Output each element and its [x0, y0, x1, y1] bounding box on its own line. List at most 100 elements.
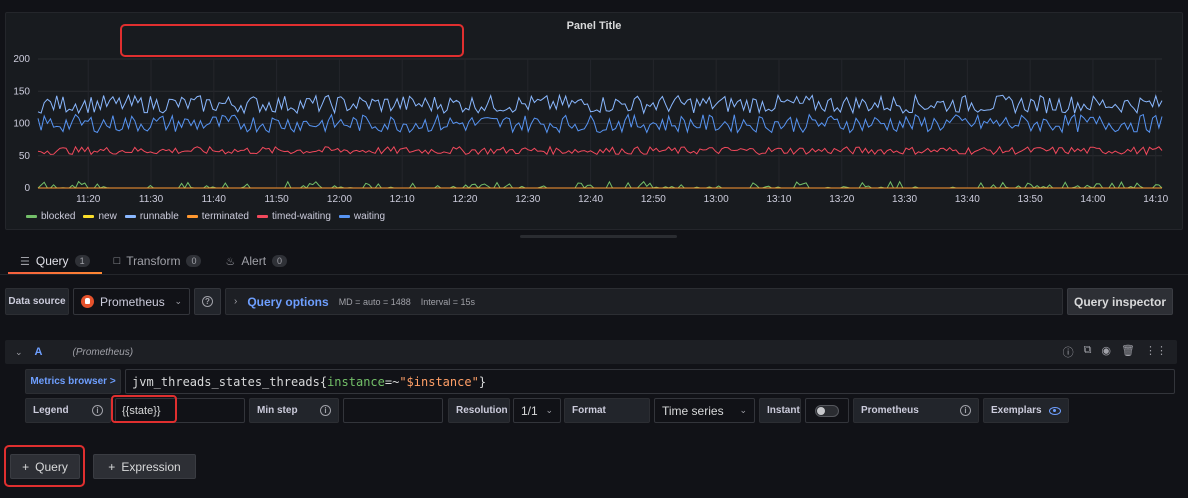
query-ref-id[interactable]: A [35, 346, 43, 358]
tab-alert[interactable]: ♨ Alert 0 [213, 248, 299, 274]
exemplars-eye-icon[interactable] [1049, 406, 1061, 415]
query-options-row: Legend i {{state}} Min step i Resolution… [25, 398, 1085, 423]
y-tick-label: 100 [13, 119, 30, 130]
x-tick-label: 12:50 [641, 194, 666, 205]
question-circle-icon: ? [202, 296, 213, 307]
x-tick-label: 12:20 [452, 194, 477, 205]
instant-toggle[interactable] [805, 398, 849, 423]
info-icon[interactable]: i [92, 405, 103, 416]
query-editor-tabs: ☰ Query 1 □ Transform 0 ♨ Alert 0 [8, 248, 299, 274]
query-options-label: Query options [247, 294, 329, 309]
series-line-runnable [37, 93, 1163, 115]
datasource-row: Data source Prometheus ⌄ ? › Query optio… [5, 288, 1182, 315]
min-step-label: Min step i [249, 398, 339, 423]
x-tick-label: 14:10 [1143, 194, 1168, 205]
legend-item-runnable[interactable]: runnable [124, 211, 179, 222]
query-inspector-button[interactable]: Query inspector [1067, 288, 1173, 315]
min-step-input[interactable] [343, 398, 443, 423]
x-tick-label: 13:10 [766, 194, 791, 205]
add-query-highlight-annotation [4, 445, 85, 487]
y-tick-label: 0 [24, 183, 30, 194]
legend-swatch [83, 215, 95, 218]
prometheus-type-label: Prometheus i [853, 398, 979, 423]
series-line-blocked [37, 180, 1163, 189]
legend-item-new[interactable]: new [83, 211, 117, 222]
x-tick-label: 14:00 [1080, 194, 1105, 205]
legend-item-blocked[interactable]: blocked [26, 211, 75, 222]
x-tick-label: 13:50 [1018, 194, 1043, 205]
legend-label: Legend i [25, 398, 111, 423]
datasource-help-button[interactable]: ? [194, 288, 221, 315]
trash-icon[interactable]: 🗑 [1121, 344, 1135, 360]
resolution-value: 1/1 [521, 403, 538, 418]
info-icon[interactable]: i [320, 405, 331, 416]
add-expression-button[interactable]: + Expression [93, 454, 196, 479]
legend-item-waiting[interactable]: waiting [338, 211, 386, 222]
tab-transform[interactable]: □ Transform 0 [102, 248, 214, 274]
chevron-down-icon: ⌄ [545, 405, 553, 415]
prometheus-type-text: Prometheus [861, 405, 919, 416]
tab-transform-count: 0 [186, 255, 202, 267]
drag-handle-icon[interactable]: ⋮⋮ [1145, 344, 1167, 360]
x-tick-label: 13:00 [704, 194, 729, 205]
tab-query[interactable]: ☰ Query 1 [8, 248, 102, 274]
legend-item-timed-waiting[interactable]: timed-waiting [257, 211, 331, 222]
query-datasource-name: (Prometheus) [72, 346, 134, 358]
expr-operator: =~ [384, 374, 400, 389]
help-icon[interactable]: ⓘ [1063, 344, 1074, 360]
duplicate-icon[interactable]: ⧉ [1084, 344, 1092, 360]
datasource-selected: Prometheus [100, 294, 165, 309]
expr-value: "$instance" [399, 374, 479, 389]
interval-info: Interval = 15s [420, 296, 476, 307]
x-tick-label: 13:40 [955, 194, 980, 205]
collapse-chevron-icon[interactable]: ⌄ [15, 347, 23, 358]
database-icon: ☰ [20, 255, 30, 268]
y-tick-label: 200 [13, 54, 30, 65]
resolution-label: Resolution [448, 398, 510, 423]
legend-label: new [98, 211, 117, 222]
legend-label-text: Legend [33, 405, 69, 416]
tab-query-count: 1 [74, 255, 90, 267]
legend-item-terminated[interactable]: terminated [186, 211, 249, 222]
format-label: Format [564, 398, 650, 423]
promql-query-input[interactable]: jvm_threads_states_threads{instance =~ "$i… [125, 369, 1175, 394]
chevron-right-icon: › [234, 296, 238, 307]
x-tick-label: 12:30 [515, 194, 540, 205]
expr-close: } [478, 374, 487, 389]
x-tick-label: 12:10 [390, 194, 415, 205]
legend-swatch [186, 215, 198, 218]
datasource-picker[interactable]: Prometheus ⌄ [73, 288, 190, 315]
toggle-switch[interactable] [815, 404, 839, 417]
expr-label: instance [327, 374, 385, 389]
metrics-browser-row: Metrics browser > jvm_threads_states_thr… [25, 369, 1175, 394]
y-tick-label: 50 [19, 151, 31, 162]
series-line-timed-waiting [37, 145, 1163, 156]
x-tick-label: 13:30 [892, 194, 917, 205]
resolution-select[interactable]: 1/1 ⌄ [513, 398, 561, 423]
exemplars-text: Exemplars [991, 405, 1042, 416]
legend-swatch [338, 215, 350, 218]
query-row-header[interactable]: ⌄ A (Prometheus) ⓘ ⧉ ◉ 🗑 ⋮⋮ [5, 340, 1177, 364]
transform-icon: □ [113, 255, 121, 267]
query-options-toggle[interactable]: › Query options MD = auto = 1488 Interva… [225, 288, 1063, 315]
tabs-divider [0, 274, 1188, 275]
format-select[interactable]: Time series ⌄ [654, 398, 755, 423]
eye-visibility-icon[interactable]: ◉ [1101, 344, 1111, 360]
x-tick-label: 11:20 [76, 194, 101, 205]
legend-label: blocked [41, 211, 76, 222]
exemplars-label: Exemplars [983, 398, 1069, 423]
metrics-browser-button[interactable]: Metrics browser > [25, 369, 121, 394]
legend-label: runnable [139, 211, 179, 222]
legend-label: waiting [353, 211, 386, 222]
pane-resize-handle[interactable] [520, 235, 677, 238]
tab-alert-count: 0 [272, 255, 288, 267]
tab-alert-label: Alert [241, 254, 267, 268]
bell-icon: ♨ [225, 255, 236, 268]
x-tick-label: 12:40 [578, 194, 603, 205]
format-value: Time series [662, 403, 724, 418]
legend-highlight-annotation [111, 395, 177, 423]
instant-label: Instant [759, 398, 801, 423]
info-icon[interactable]: i [960, 405, 971, 416]
x-tick-label: 13:20 [829, 194, 854, 205]
y-tick-label: 150 [13, 86, 30, 97]
